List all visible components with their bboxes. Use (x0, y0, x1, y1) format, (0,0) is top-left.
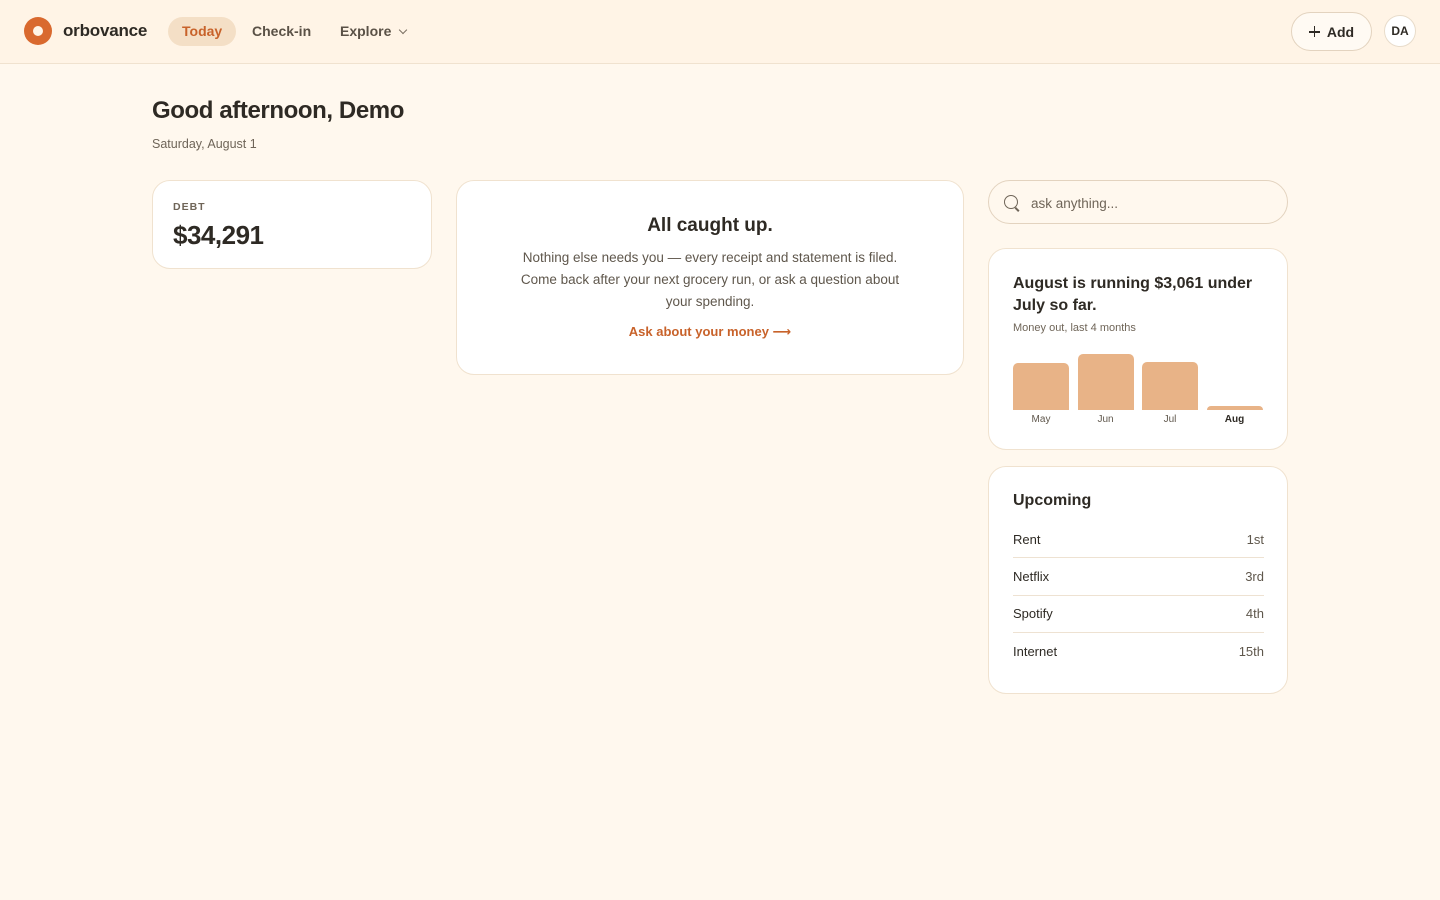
plus-icon (1308, 26, 1320, 37)
chevron-down-icon (399, 25, 408, 35)
bill-name: Netflix (1013, 568, 1050, 584)
add-button-label: Add (1326, 23, 1355, 40)
spending-card[interactable]: August is running $3,061 under July so f… (988, 248, 1288, 450)
add-button[interactable]: Add (1291, 12, 1372, 51)
caught-up-title: All caught up. (647, 215, 773, 236)
nav-today[interactable]: Today (168, 17, 237, 46)
nav-check-in[interactable]: Check-in (238, 17, 325, 46)
debt-value: $34,291 (173, 220, 264, 250)
debt-label: DEBT (173, 201, 206, 213)
list-item[interactable]: Spotify 4th (1013, 596, 1264, 633)
upcoming-title: Upcoming (1013, 492, 1092, 509)
upcoming-list: Rent 1st Netflix 3rd Spotify 4th Interne… (1013, 521, 1264, 670)
chart-bar-may[interactable] (1013, 363, 1069, 410)
caught-up-message: Nothing else needs you — every receipt a… (520, 250, 900, 309)
avatar[interactable]: DA (1384, 15, 1416, 47)
page-title: Good afternoon, Demo (152, 97, 404, 124)
search-input[interactable] (1031, 193, 1271, 213)
bill-name: Internet (1013, 644, 1058, 660)
upcoming-card: Upcoming Rent 1st Netflix 3rd Spotify 4t… (988, 466, 1288, 694)
debt-card[interactable]: DEBT $34,291 (152, 180, 432, 269)
nav-explore[interactable]: Explore (326, 17, 420, 46)
chart-label-jun: Jun (1097, 414, 1114, 425)
search-bar[interactable] (988, 180, 1288, 224)
brand-name[interactable]: orbovance (63, 21, 147, 41)
top-bar: orbovance Today Check-in Explore Add DA (0, 0, 1440, 64)
bill-name: Rent (1013, 531, 1041, 547)
search-icon (1004, 195, 1018, 209)
list-item[interactable]: Netflix 3rd (1013, 558, 1264, 596)
nav-explore-label: Explore (340, 23, 392, 39)
bill-date: 1st (1246, 531, 1264, 547)
spending-chart: May Jun Jul Aug (1013, 351, 1265, 429)
bill-name: Spotify (1013, 606, 1053, 622)
ask-about-money-link[interactable]: Ask about your money ⟶ (457, 324, 963, 340)
list-item[interactable]: Internet 15th (1013, 633, 1264, 670)
bill-date: 15th (1238, 644, 1264, 660)
chart-bar-jun[interactable] (1077, 354, 1134, 410)
bill-date: 3rd (1245, 568, 1264, 584)
spending-headline: August is running $3,061 under July so f… (1013, 275, 1253, 314)
chart-label-may: May (1031, 414, 1051, 425)
bill-date: 4th (1245, 606, 1264, 622)
chart-label-jul: Jul (1163, 414, 1177, 425)
list-item[interactable]: Rent 1st (1013, 521, 1264, 559)
spending-subtitle: Money out, last 4 months (1013, 322, 1136, 334)
logo-icon[interactable] (24, 17, 52, 45)
chart-bar-aug[interactable] (1206, 406, 1263, 410)
chart-bar-jul[interactable] (1142, 361, 1198, 410)
chart-label-aug: Aug (1224, 414, 1245, 425)
caught-up-card: All caught up. Nothing else needs you — … (456, 180, 964, 375)
current-date: Saturday, August 1 (152, 137, 257, 151)
